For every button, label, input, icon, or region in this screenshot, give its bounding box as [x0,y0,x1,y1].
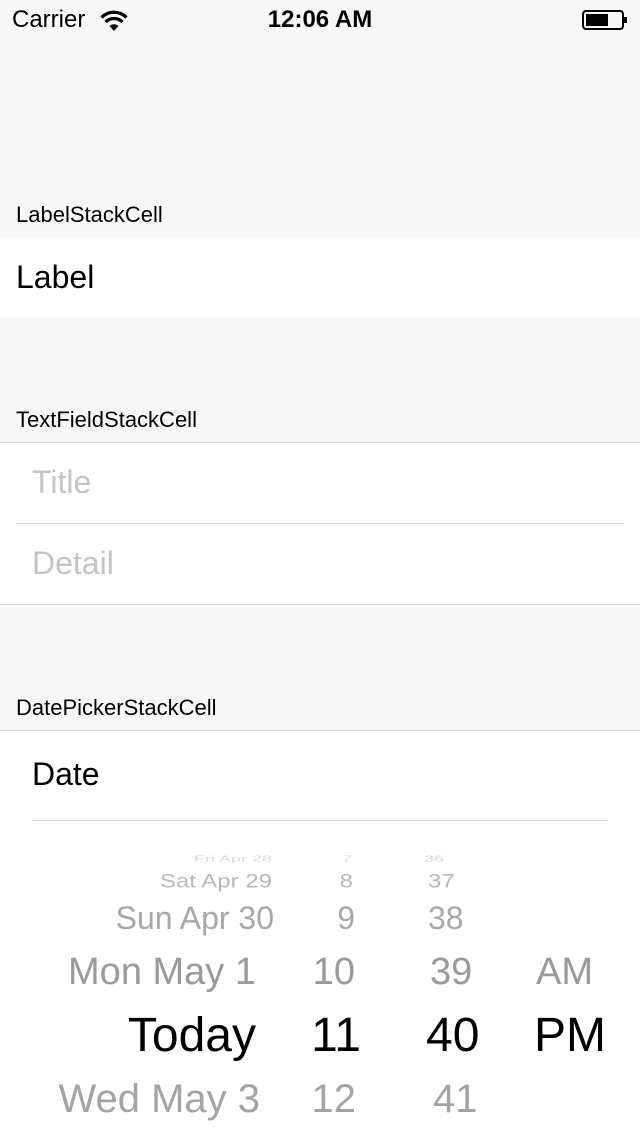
picker-hour-option[interactable]: 12 [312,1079,357,1119]
picker-day-option-selected[interactable]: Today [128,1012,256,1060]
separator [16,523,624,524]
picker-minute-option[interactable]: 37 [428,872,455,891]
status-time: 12:06 AM [267,6,373,33]
battery-icon [582,10,627,30]
picker-day-option[interactable]: Fri Apr 28 [194,855,272,863]
picker-hour-option[interactable]: 9 [337,902,355,934]
date-label: Date [32,756,100,792]
text-field-stack-section-header: TextFieldStackCell [16,407,197,432]
label-stack-section-header: LabelStackCell [16,202,163,227]
detail-text-field[interactable] [32,538,592,588]
picker-minute-option[interactable]: 39 [430,953,472,991]
date-picker-stack-section-header: DatePickerStackCell [16,695,217,720]
picker-minute-option[interactable]: 36 [424,855,444,863]
text-field-stack-cell [0,442,640,605]
picker-day-option[interactable]: Sun Apr 30 [116,902,274,934]
status-bar: Carrier 12:06 AM [0,0,640,40]
separator [0,442,640,443]
picker-hour-option[interactable]: 10 [313,953,355,991]
picker-hour-option-selected[interactable]: 11 [311,1012,361,1060]
date-picker[interactable]: Fri Apr 28 Sat Apr 29 Sun Apr 30 Mon May… [0,854,640,1136]
picker-hour-option[interactable]: 8 [340,872,353,891]
separator [32,820,608,821]
title-text-field[interactable] [32,457,592,507]
picker-day-option[interactable]: Sat Apr 29 [160,872,272,891]
separator [0,730,640,731]
picker-minute-option[interactable]: 38 [428,902,464,934]
date-picker-stack-cell: Date Fri Apr 28 Sat Apr 29 Sun Apr 30 Mo… [0,730,640,1136]
picker-period-option-selected[interactable]: PM [534,1012,606,1060]
picker-minute-option[interactable]: 41 [433,1079,478,1119]
picker-hour-option[interactable]: 7 [342,855,352,863]
picker-minute-option-selected[interactable]: 40 [426,1012,479,1060]
label-stack-cell: Label [0,237,640,317]
separator [0,604,640,605]
label-cell-text: Label [16,259,95,295]
picker-day-option[interactable]: Wed May 3 [58,1079,260,1119]
picker-day-option[interactable]: Mon May 1 [68,953,256,991]
picker-period-option[interactable]: AM [536,953,593,991]
